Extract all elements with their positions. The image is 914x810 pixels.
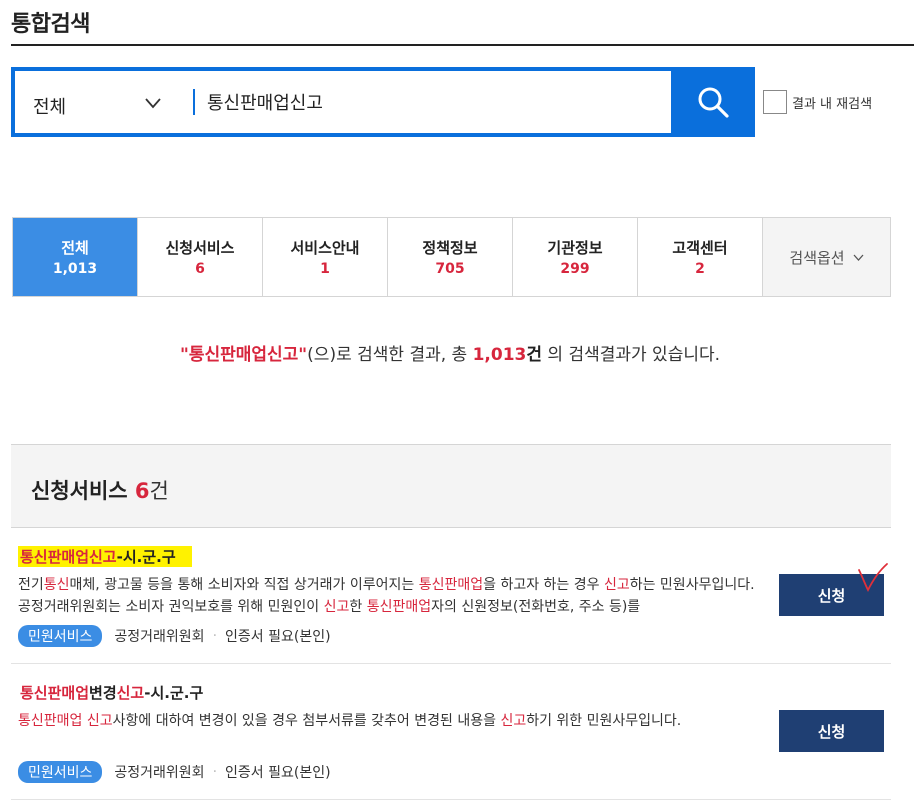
summary-keyword: "통신판매업신고" (179, 345, 308, 365)
title-text: -시.군.구 (116, 548, 176, 566)
summary-text: 의 검색결과가 있습니다. (542, 345, 721, 365)
service-type-badge: 민원서비스 (18, 761, 103, 783)
item-cert-requirement: 인증서 필요(본인) (225, 765, 331, 781)
section-title: 신청서비스 6건 (31, 475, 169, 505)
section-count: 6 (134, 479, 150, 503)
tab-count: 1 (320, 261, 330, 277)
section-header: 신청서비스 6건 (11, 444, 891, 528)
item-description: 전기통신매체, 광고물 등을 통해 소비자와 직접 상거래가 이루어지는 통신판… (18, 574, 768, 618)
item-description: 통신판매업 신고사항에 대하여 변경이 있을 경우 첨부서류를 갖추어 변경된 … (18, 710, 768, 732)
research-checkbox[interactable] (763, 90, 787, 114)
item-meta: 민원서비스 공정거래위원회 · 인증서 필요(본인) (18, 625, 331, 647)
tab-label: 신청서비스 (165, 239, 235, 257)
tab-customer-center[interactable]: 고객센터 2 (638, 218, 763, 296)
tab-count: 705 (435, 261, 465, 277)
desc-highlight: 신고 (500, 713, 527, 729)
item-cert-requirement: 인증서 필요(본인) (225, 629, 331, 645)
summary-count: 1,013 (472, 345, 527, 365)
section-unit: 건 (149, 479, 169, 503)
list-item: 통신판매업신고-시.군.구 전기통신매체, 광고물 등을 통해 소비자와 직접 … (11, 540, 891, 664)
title-highlight: 신고 (116, 684, 145, 702)
service-type-badge: 민원서비스 (18, 625, 103, 647)
tab-label: 전체 (61, 239, 89, 257)
summary-unit: 건 (526, 345, 542, 365)
tab-label: 고객센터 (672, 239, 728, 257)
search-scope-select[interactable]: 전체 (15, 71, 193, 133)
meta-separator: · (212, 764, 218, 780)
title-highlight: 통신판매업신고 (20, 548, 117, 566)
desc-text: 한 (349, 599, 367, 615)
item-agency: 공정거래위원회 (114, 629, 205, 645)
search-options-label: 검색옵션 (789, 248, 845, 267)
desc-highlight: 신고 (603, 577, 630, 593)
apply-button[interactable]: 신청 (779, 710, 884, 752)
tab-count: 2 (695, 261, 705, 277)
search-scope-value: 전체 (33, 97, 67, 118)
tab-service-guide[interactable]: 서비스안내 1 (263, 218, 388, 296)
tab-count: 1,013 (52, 261, 98, 277)
search-button[interactable] (671, 67, 755, 137)
desc-highlight: 통신 (43, 577, 70, 593)
desc-text: 자의 신원정보(전화번호, 주소 등)를 (431, 599, 641, 615)
section-title-text: 신청서비스 (31, 479, 135, 503)
tab-agency-info[interactable]: 기관정보 299 (513, 218, 638, 296)
research-label: 결과 내 재검색 (792, 96, 873, 112)
item-title[interactable]: 통신판매업변경신고-시.군.구 (18, 682, 205, 703)
search-input[interactable] (207, 85, 667, 119)
search-options-toggle[interactable]: 검색옵션 (763, 218, 890, 296)
chevron-down-icon (853, 254, 864, 261)
desc-highlight: 통신판매업 신고 (18, 713, 113, 729)
chevron-down-icon (145, 98, 161, 109)
item-meta: 민원서비스 공정거래위원회 · 인증서 필요(본인) (18, 761, 331, 783)
title-text: 변경 (89, 684, 117, 702)
summary-text: (으)로 검색한 결과, 총 (307, 345, 473, 365)
research-within-results[interactable]: 결과 내 재검색 (763, 90, 872, 114)
desc-text: 전기 (18, 577, 44, 593)
tab-count: 6 (195, 261, 205, 277)
title-text: -시.군.구 (144, 684, 204, 702)
tab-label: 서비스안내 (290, 239, 360, 257)
tab-application-service[interactable]: 신청서비스 6 (138, 218, 263, 296)
item-title[interactable]: 통신판매업신고-시.군.구 (18, 546, 192, 567)
tab-label: 기관정보 (547, 239, 603, 257)
tab-label: 정책정보 (422, 239, 478, 257)
item-agency: 공정거래위원회 (114, 765, 205, 781)
search-box: 전체 (11, 67, 755, 137)
title-divider (11, 44, 914, 46)
desc-text: 을 하고자 하는 경우 (483, 577, 604, 593)
desc-highlight: 통신판매업 (418, 577, 484, 593)
tab-policy-info[interactable]: 정책정보 705 (388, 218, 513, 296)
meta-separator: · (212, 628, 218, 644)
list-item: 통신판매업변경신고-시.군.구 통신판매업 신고사항에 대하여 변경이 있을 경… (11, 676, 891, 800)
desc-text: 매체, 광고물 등을 통해 소비자와 직접 상거래가 이루어지는 (69, 577, 419, 593)
search-divider (193, 89, 195, 115)
result-category-tabs: 전체 1,013 신청서비스 6 서비스안내 1 정책정보 705 기관정보 2… (12, 217, 891, 297)
desc-highlight: 신고 (323, 599, 350, 615)
result-summary: "통신판매업신고"(으)로 검색한 결과, 총 1,013건 의 검색결과가 있… (0, 340, 900, 365)
desc-text: 하기 위한 민원사무입니다. (526, 713, 682, 729)
page-title: 통합검색 (11, 12, 90, 37)
tab-all[interactable]: 전체 1,013 (13, 218, 138, 296)
tab-count: 299 (560, 261, 590, 277)
search-icon (698, 87, 729, 118)
checkmark-icon (858, 563, 888, 593)
desc-highlight: 통신판매업 (366, 599, 432, 615)
title-highlight: 통신판매업 (20, 684, 90, 702)
desc-text: 사항에 대하여 변경이 있을 경우 첨부서류를 갖추어 변경된 내용을 (112, 713, 501, 729)
